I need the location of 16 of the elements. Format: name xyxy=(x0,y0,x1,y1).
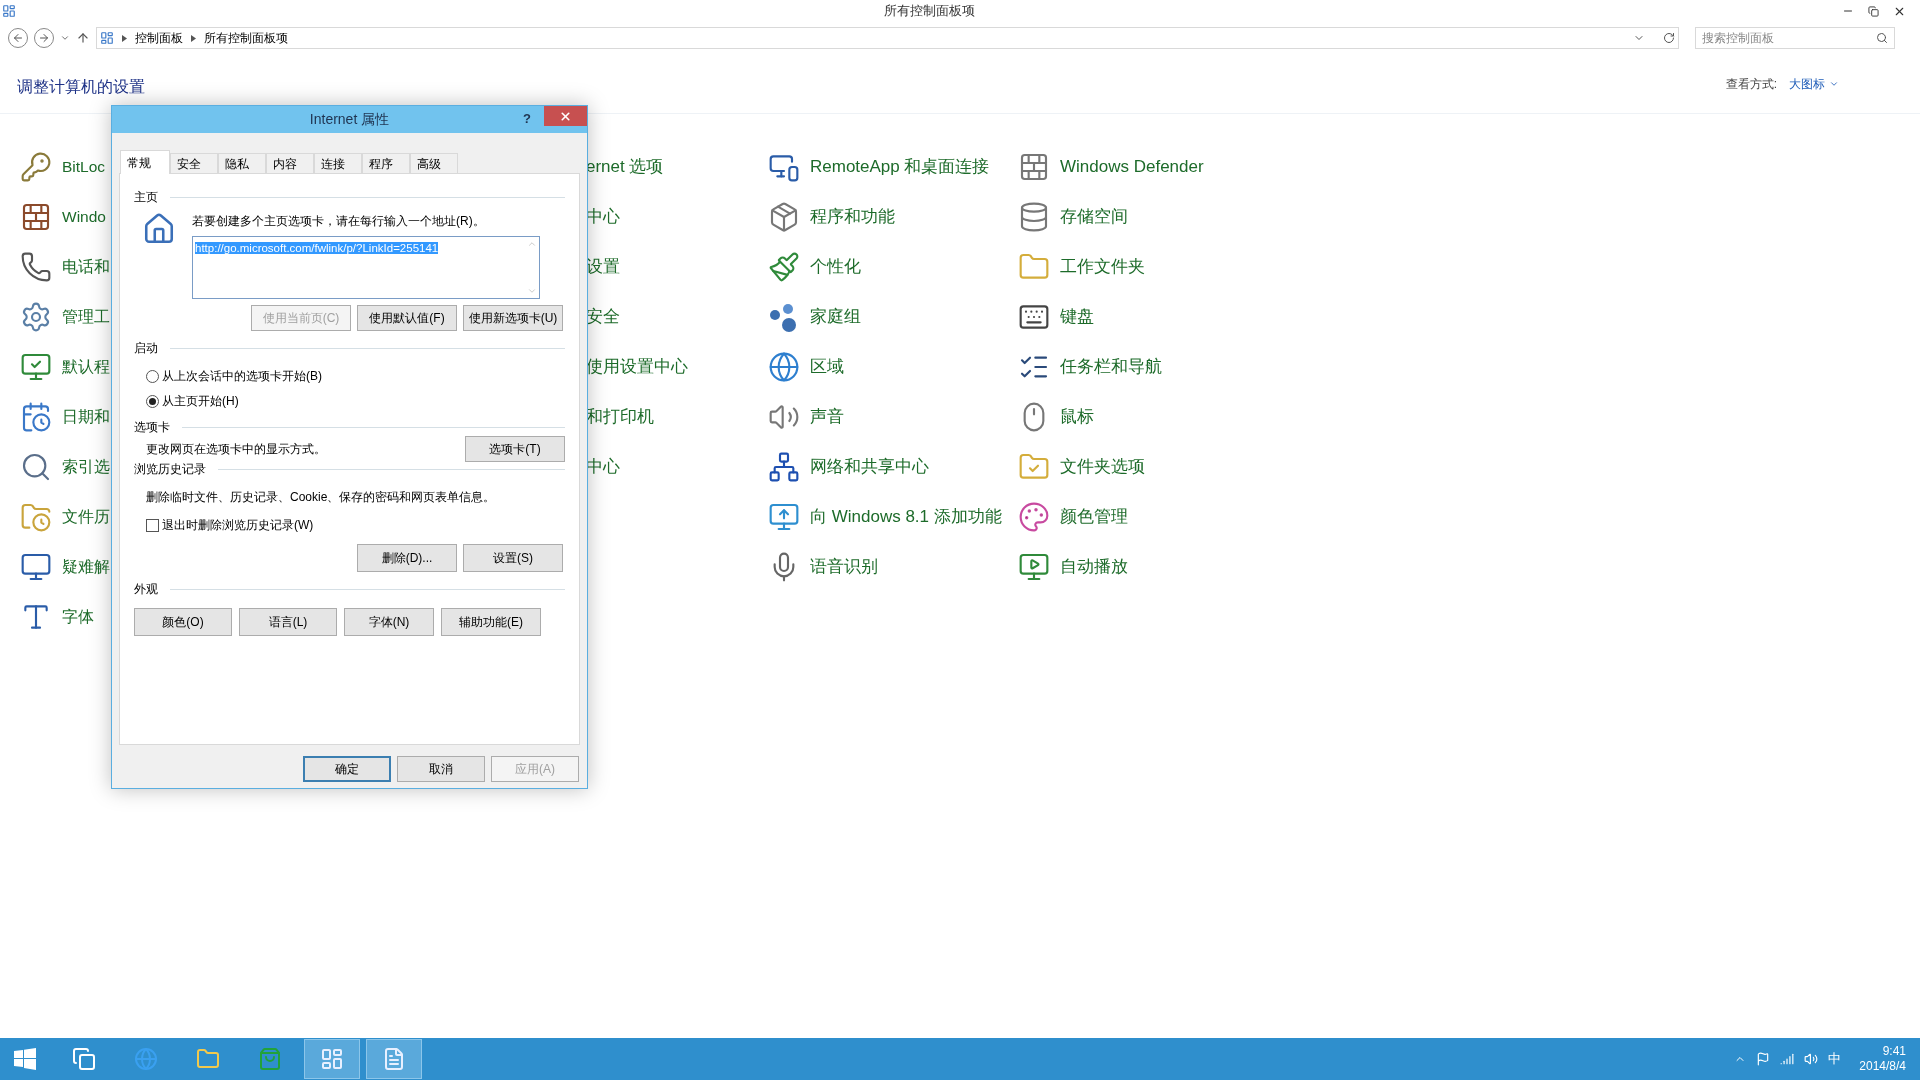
selected-address-text: http://go.microsoft.com/fwlink/p/?LinkId=255141 xyxy=(195,242,439,254)
section-label: 浏览历史记录 xyxy=(134,461,206,478)
tabs-description: 更改网页在选项卡中的显示方式。 xyxy=(146,441,326,458)
dialog-title: Internet 属性 xyxy=(309,110,390,129)
radio-label: 从主页开始(H) xyxy=(162,393,239,410)
section-label: 主页 xyxy=(134,189,158,206)
homepage-description: 若要创建多个主页选项卡，请在每行输入一个地址(R)。 xyxy=(192,213,486,230)
section-label: 启动 xyxy=(134,340,158,357)
radio-label: 从上次会话中的选项卡开始(B) xyxy=(162,368,322,385)
history-description: 删除临时文件、历史记录、Cookie、保存的密码和网页表单信息。 xyxy=(146,489,497,506)
page-title: 调整计算机的设置 xyxy=(17,76,145,97)
view-label: 查看方式: xyxy=(1725,75,1777,93)
section-label: 外观 xyxy=(134,581,158,598)
checkbox-label: 退出时删除浏览历史记录(W) xyxy=(162,517,314,534)
section-label: 选项卡 xyxy=(134,419,170,436)
window-title: 所有控制面板项 xyxy=(882,2,976,21)
